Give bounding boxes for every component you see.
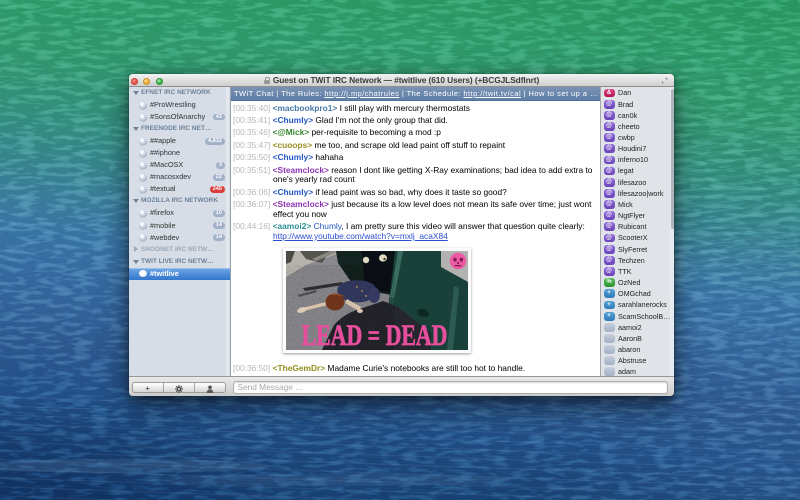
svg-text:LEAD = DEAD: LEAD = DEAD	[302, 319, 448, 352]
